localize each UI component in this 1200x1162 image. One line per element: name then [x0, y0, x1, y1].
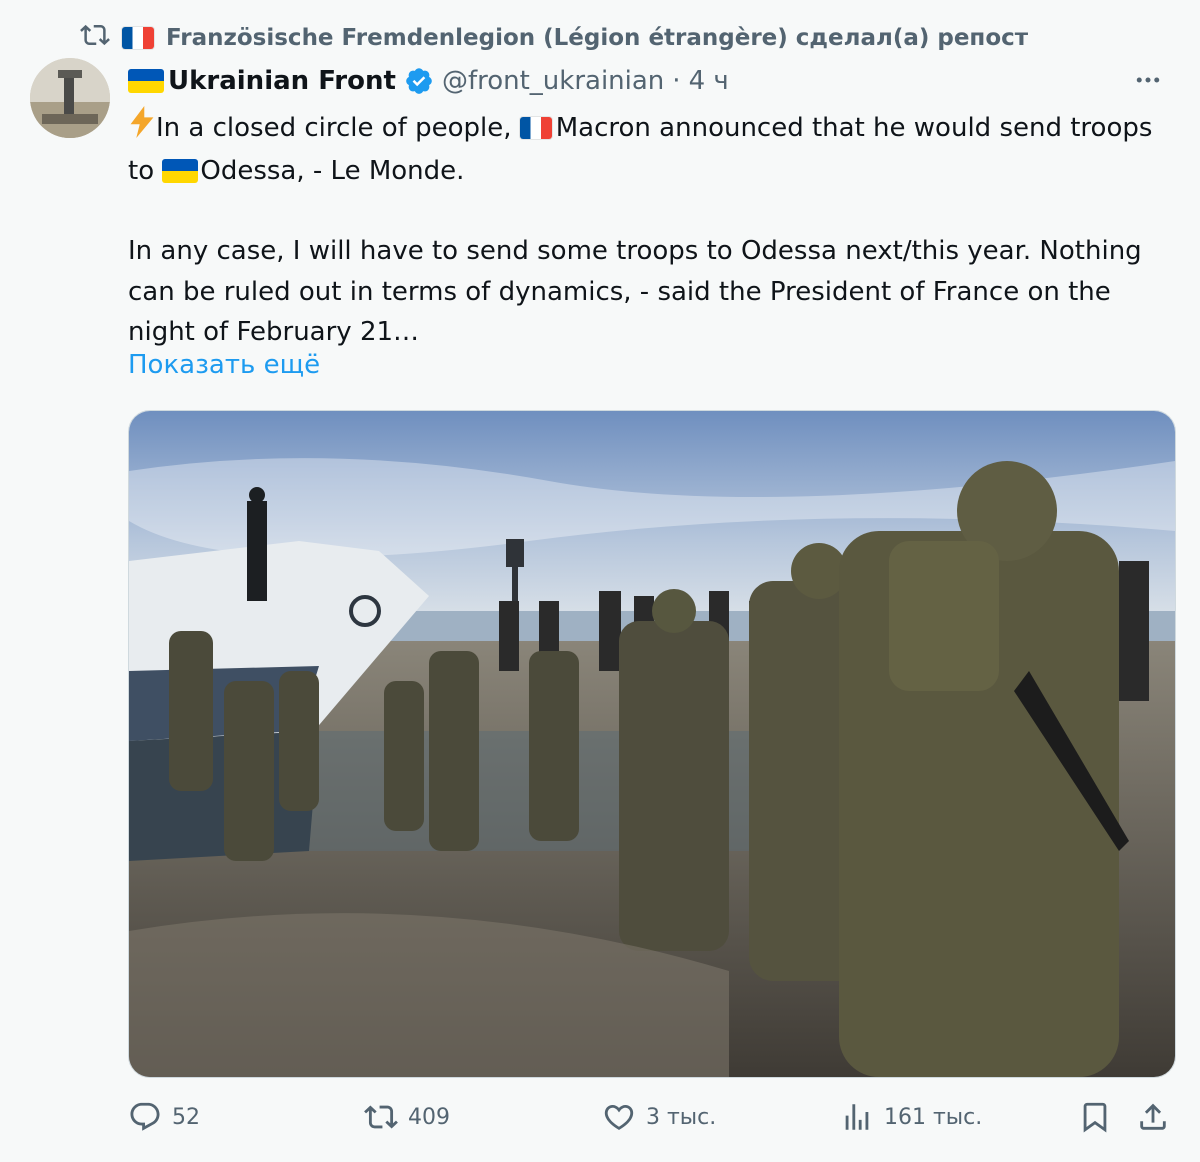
lightning-icon: [128, 106, 156, 151]
repost-icon: [80, 20, 110, 56]
ukraine-flag-icon: [128, 69, 164, 93]
views-button[interactable]: 161 тыс.: [840, 1100, 982, 1134]
repost-count: 409: [408, 1104, 450, 1130]
avatar[interactable]: [30, 58, 110, 138]
bookmark-icon: [1083, 1102, 1107, 1133]
author-name[interactable]: Ukrainian Front: [168, 66, 396, 96]
analytics-icon: [845, 1104, 869, 1130]
france-flag-icon: [519, 117, 552, 140]
author-handle[interactable]: @front_ukrainian: [442, 66, 664, 96]
repost-button[interactable]: 409: [364, 1100, 450, 1134]
reply-icon: [130, 1102, 160, 1131]
separator-dot: ·: [672, 66, 681, 96]
tweet-paragraph-1: In a closed circle of people, Macron ann…: [128, 106, 1178, 191]
tweet-time[interactable]: 4 ч: [689, 66, 729, 96]
like-button[interactable]: 3 тыс.: [602, 1100, 716, 1134]
repost-indicator[interactable]: Französische Fremdenlegion (Légion étran…: [80, 20, 1028, 56]
views-count: 161 тыс.: [884, 1104, 983, 1130]
repost-text: Französische Fremdenlegion (Légion étran…: [166, 25, 1029, 51]
tweet-text: In a closed circle of people, Macron ann…: [128, 106, 1178, 353]
heart-icon: [604, 1104, 634, 1130]
share-button[interactable]: [1136, 1100, 1170, 1134]
tweet-header: Ukrainian Front @front_ukrainian · 4 ч: [128, 60, 1178, 102]
verified-badge-icon: [406, 68, 432, 94]
share-icon: [1140, 1103, 1166, 1130]
tweet-actions: 52 409 3 тыс. 161 тыс.: [128, 1100, 1178, 1150]
like-count: 3 тыс.: [646, 1104, 717, 1130]
bookmark-button[interactable]: [1078, 1100, 1112, 1134]
tweet-photo[interactable]: [128, 410, 1176, 1078]
reply-button[interactable]: 52: [128, 1100, 200, 1134]
repost-icon: [364, 1105, 398, 1129]
more-options-icon[interactable]: [1128, 60, 1168, 100]
ukraine-flag-icon: [162, 159, 199, 183]
reply-count: 52: [172, 1104, 200, 1130]
tweet-paragraph-2: In any case, I will have to send some tr…: [128, 236, 1142, 347]
show-more-link[interactable]: Показать ещё: [128, 350, 320, 380]
france-flag-icon: [122, 27, 154, 49]
